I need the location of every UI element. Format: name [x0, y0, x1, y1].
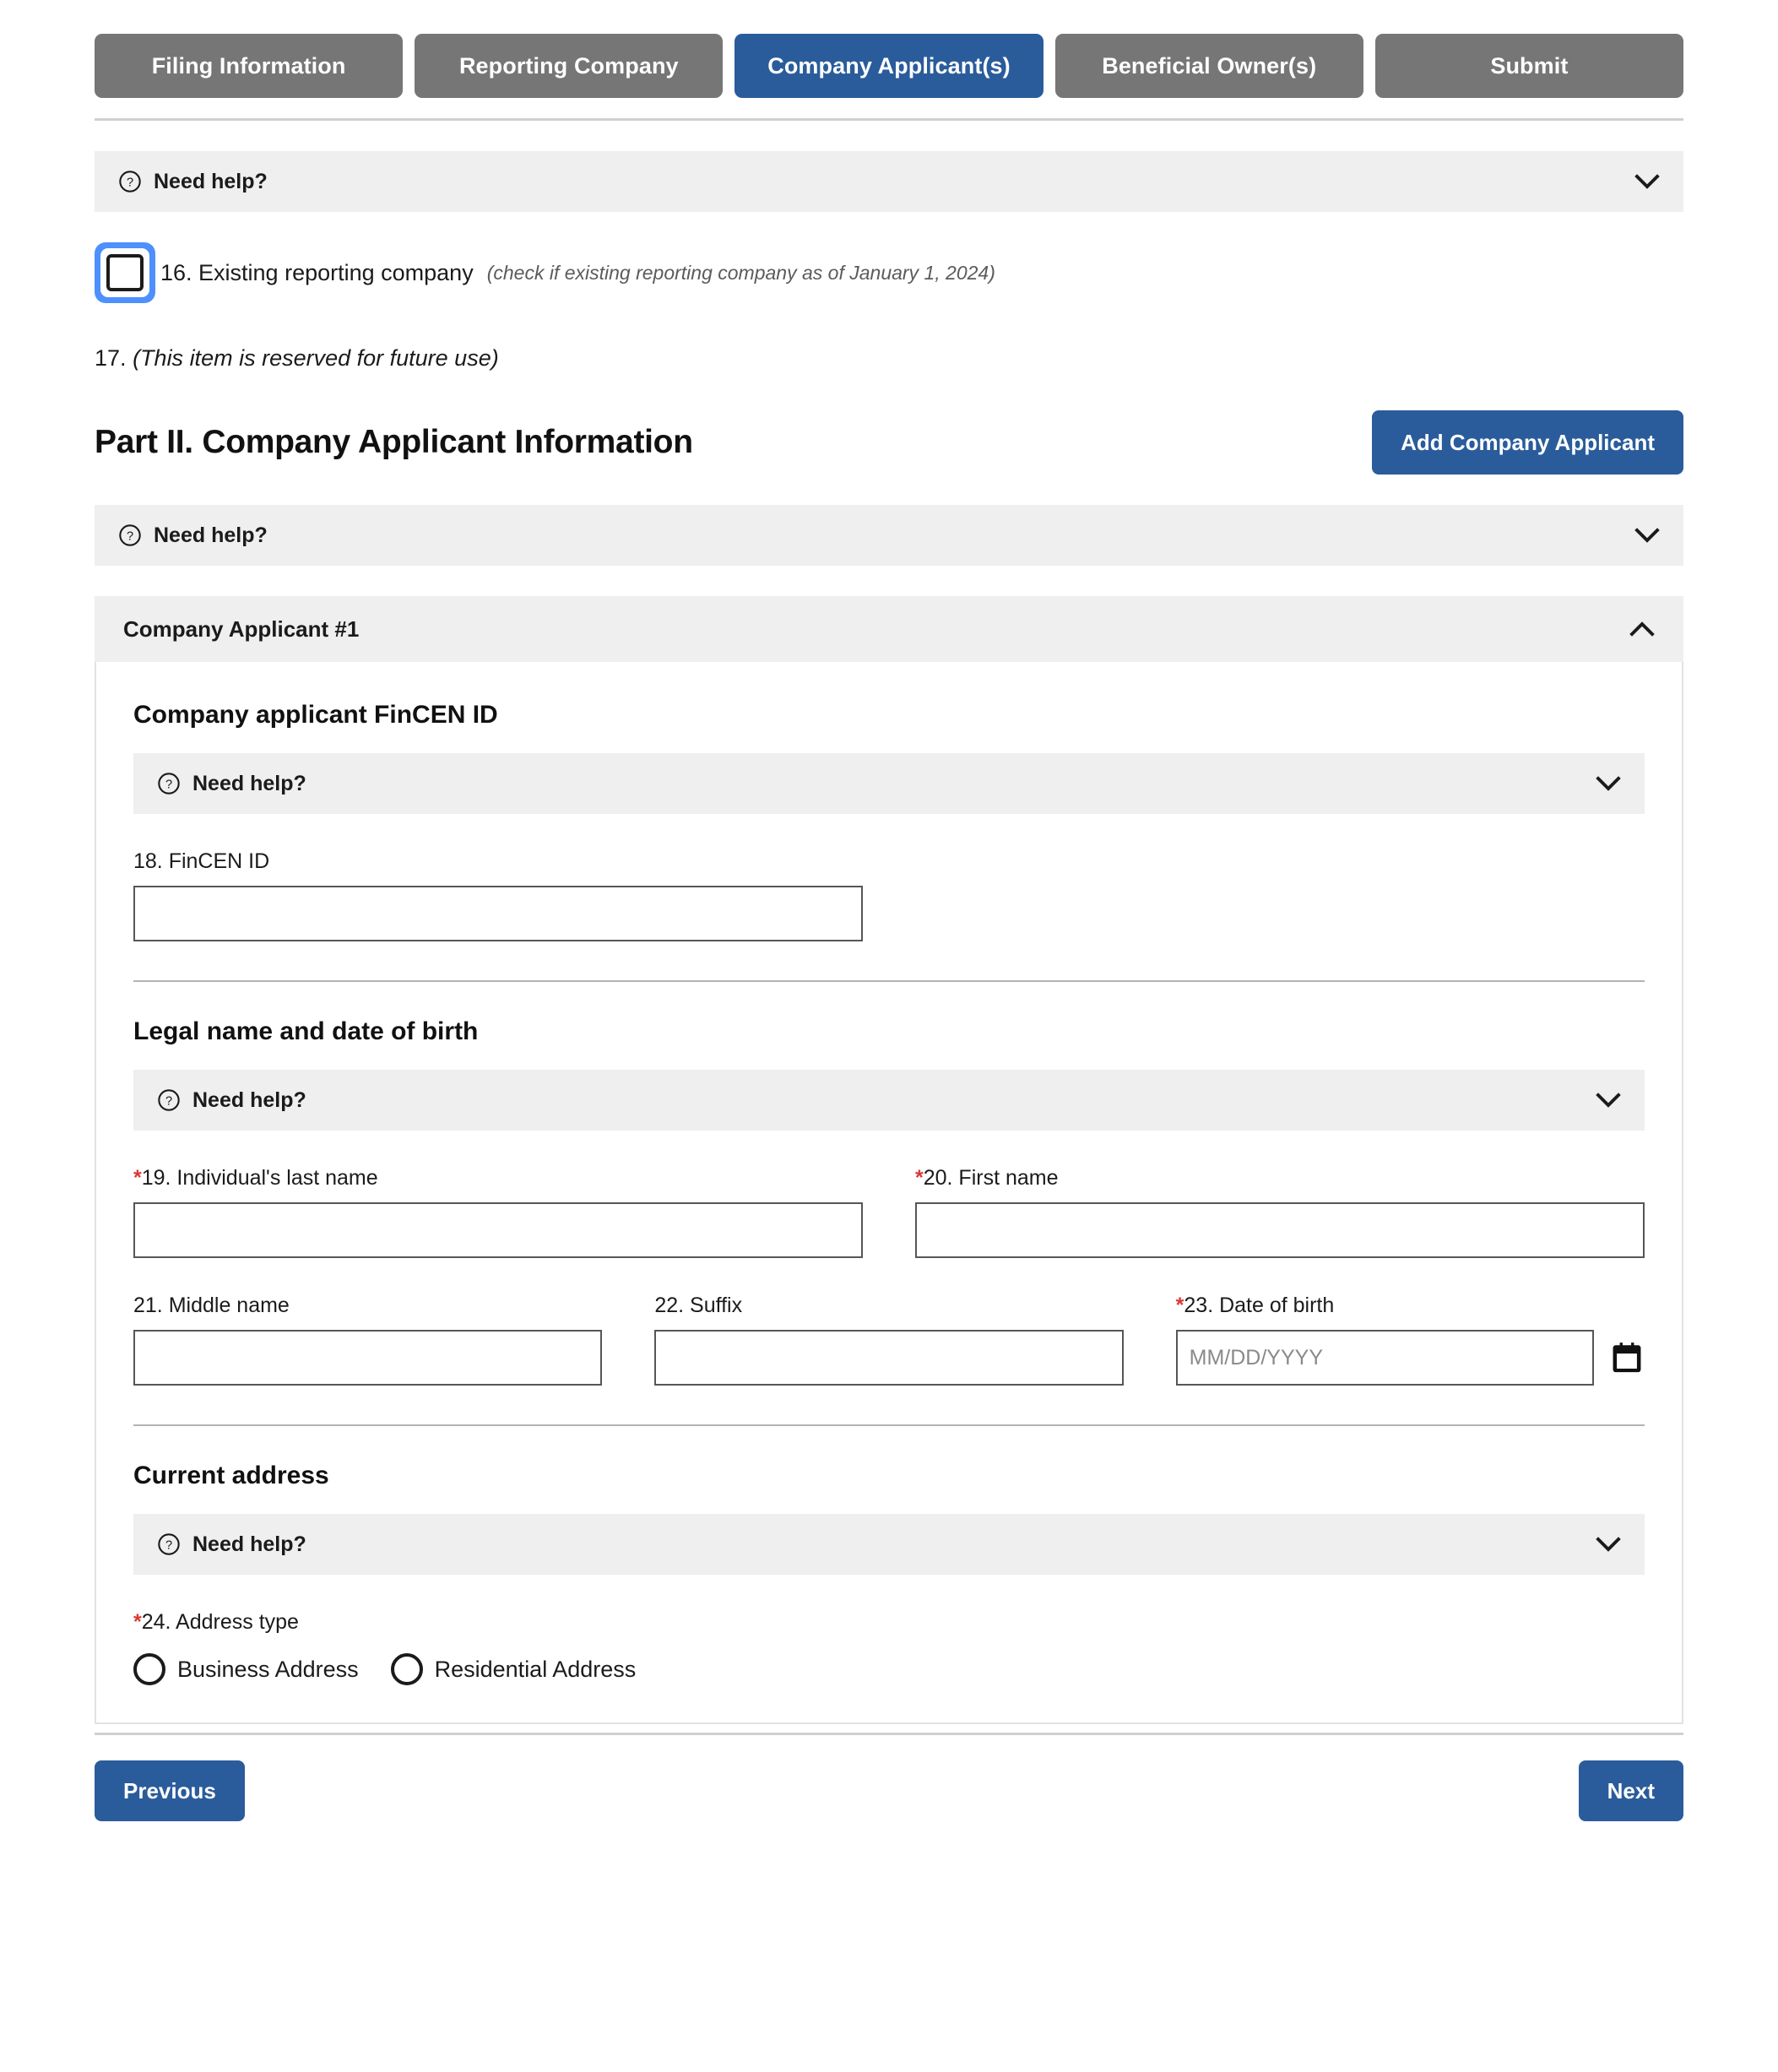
calendar-picker-button[interactable] — [1609, 1340, 1645, 1375]
svg-text:?: ? — [165, 778, 172, 791]
need-help-label: Need help? — [154, 523, 268, 548]
tab-reporting-company[interactable]: Reporting Company — [415, 34, 723, 98]
svg-text:?: ? — [165, 1538, 172, 1552]
first-name-label: *20. First name — [915, 1166, 1645, 1191]
required-marker: * — [133, 1166, 142, 1190]
checkbox-box — [106, 254, 144, 291]
last-name-label-text: 19. Individual's last name — [142, 1166, 378, 1190]
radio-business-address-label: Business Address — [177, 1657, 359, 1683]
wizard-footer-nav: Previous Next — [0, 1735, 1778, 1855]
last-name-input[interactable] — [133, 1202, 863, 1258]
company-applicant-1-header[interactable]: Company Applicant #1 — [95, 596, 1683, 662]
form-page: ? Need help? 16. Existing reporting comp… — [0, 151, 1778, 1724]
date-of-birth-input[interactable] — [1176, 1330, 1594, 1386]
tab-filing-information[interactable]: Filing Information — [95, 34, 403, 98]
required-marker: * — [915, 1166, 924, 1190]
date-of-birth-control — [1176, 1330, 1645, 1386]
name-row-2: 21. Middle name 22. Suffix *23. Date of … — [133, 1258, 1645, 1386]
address-type-radio-group: Business Address Residential Address — [133, 1653, 1645, 1685]
next-button[interactable]: Next — [1579, 1760, 1683, 1821]
calendar-icon — [1609, 1340, 1645, 1375]
need-help-bar-top[interactable]: ? Need help? — [95, 151, 1683, 212]
question-circle-icon: ? — [118, 170, 142, 193]
tab-company-applicants[interactable]: Company Applicant(s) — [735, 34, 1043, 98]
company-applicant-1-panel: Company Applicant #1 Company applicant F… — [95, 596, 1683, 1724]
need-help-label: Need help? — [192, 1088, 306, 1113]
radio-business-address[interactable]: Business Address — [133, 1653, 359, 1685]
need-help-bar-current-address[interactable]: ? Need help? — [133, 1514, 1645, 1575]
chevron-down-icon — [1596, 1093, 1621, 1108]
part-2-header: Part II. Company Applicant Information A… — [95, 410, 1683, 475]
chevron-down-icon — [1634, 174, 1660, 189]
checkbox-focus-inner — [100, 248, 149, 297]
first-name-field-group: *20. First name — [915, 1131, 1645, 1258]
company-applicant-1-title: Company Applicant #1 — [123, 616, 359, 643]
tab-submit[interactable]: Submit — [1375, 34, 1683, 98]
date-of-birth-label-text: 23. Date of birth — [1184, 1294, 1334, 1317]
suffix-field-group: 22. Suffix — [654, 1258, 1123, 1386]
first-name-label-text: 20. First name — [924, 1166, 1059, 1190]
item-16-label: 16. Existing reporting company — [160, 260, 474, 286]
item-17-row: 17. (This item is reserved for future us… — [95, 345, 1683, 372]
tab-beneficial-owners[interactable]: Beneficial Owner(s) — [1055, 34, 1363, 98]
first-name-input[interactable] — [915, 1202, 1645, 1258]
radio-residential-address-label: Residential Address — [435, 1657, 637, 1683]
chevron-down-icon — [1596, 776, 1621, 791]
chevron-down-icon — [1634, 528, 1660, 543]
svg-text:?: ? — [127, 529, 133, 543]
wizard-tab-bar: Filing Information Reporting Company Com… — [0, 0, 1778, 98]
need-help-bar-legal-name[interactable]: ? Need help? — [133, 1070, 1645, 1131]
middle-name-label: 21. Middle name — [133, 1294, 602, 1318]
need-help-label: Need help? — [192, 772, 306, 796]
add-company-applicant-button[interactable]: Add Company Applicant — [1372, 410, 1683, 475]
chevron-down-icon — [1596, 1537, 1621, 1552]
section-title-fincen-id: Company applicant FinCEN ID — [133, 701, 1645, 730]
suffix-input[interactable] — [654, 1330, 1123, 1386]
item-16-hint: (check if existing reporting company as … — [487, 262, 995, 285]
middle-name-input[interactable] — [133, 1330, 602, 1386]
svg-text:?: ? — [165, 1094, 172, 1108]
previous-button[interactable]: Previous — [95, 1760, 245, 1821]
question-circle-icon: ? — [157, 1532, 181, 1556]
section-title-current-address: Current address — [133, 1462, 1645, 1490]
need-help-label: Need help? — [154, 170, 268, 194]
chevron-up-icon — [1629, 621, 1655, 637]
tab-bar-divider — [95, 118, 1683, 121]
company-applicant-1-body: Company applicant FinCEN ID ? Need help?… — [95, 662, 1683, 1724]
fincen-id-input[interactable] — [133, 886, 863, 941]
radio-circle-icon — [391, 1653, 423, 1685]
fincen-id-label: 18. FinCEN ID — [133, 849, 1645, 874]
question-circle-icon: ? — [118, 523, 142, 547]
date-of-birth-field-group: *23. Date of birth — [1176, 1258, 1645, 1386]
need-help-bar-fincen[interactable]: ? Need help? — [133, 753, 1645, 814]
question-circle-icon: ? — [157, 772, 181, 795]
required-marker: * — [1176, 1294, 1184, 1317]
middle-name-field-group: 21. Middle name — [133, 1258, 602, 1386]
section-divider — [133, 980, 1645, 982]
last-name-label: *19. Individual's last name — [133, 1166, 863, 1191]
last-name-field-group: *19. Individual's last name — [133, 1131, 863, 1258]
name-row-1: *19. Individual's last name *20. First n… — [133, 1131, 1645, 1258]
question-circle-icon: ? — [157, 1088, 181, 1112]
section-title-legal-name: Legal name and date of birth — [133, 1017, 1645, 1046]
svg-text:?: ? — [127, 176, 133, 189]
existing-reporting-company-checkbox[interactable] — [95, 242, 155, 303]
suffix-label: 22. Suffix — [654, 1294, 1123, 1318]
address-type-label-text: 24. Address type — [142, 1610, 299, 1634]
required-marker: * — [133, 1610, 142, 1634]
item-17-number: 17. — [95, 345, 127, 371]
radio-residential-address[interactable]: Residential Address — [391, 1653, 637, 1685]
address-type-label: *24. Address type — [133, 1610, 1645, 1635]
need-help-bar-part2[interactable]: ? Need help? — [95, 505, 1683, 566]
radio-circle-icon — [133, 1653, 165, 1685]
section-divider — [133, 1424, 1645, 1426]
date-of-birth-label: *23. Date of birth — [1176, 1294, 1645, 1318]
need-help-label: Need help? — [192, 1532, 306, 1557]
item-16-row: 16. Existing reporting company (check if… — [95, 242, 1683, 303]
page-title: Part II. Company Applicant Information — [95, 424, 693, 461]
item-17-text: (This item is reserved for future use) — [133, 345, 499, 371]
